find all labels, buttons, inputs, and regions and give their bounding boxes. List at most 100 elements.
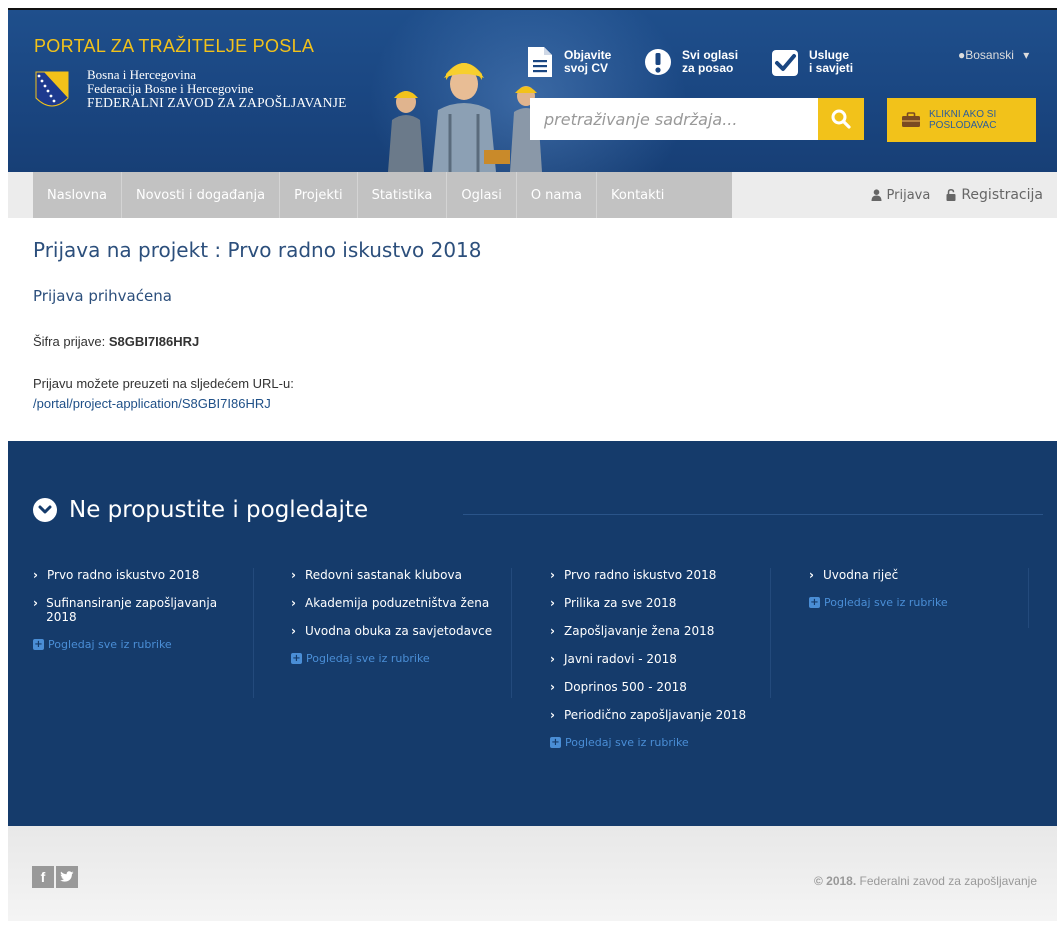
list-item[interactable]: › Javni radovi - 2018 (550, 652, 760, 666)
list-item[interactable]: › Zapošljavanje žena 2018 (550, 624, 760, 638)
related-heading-text: Ne propustite i pogledajte (69, 497, 369, 523)
page-title: Prijava na projekt : Prvo radno iskustvo… (33, 238, 482, 262)
user-icon (871, 189, 882, 201)
list-item[interactable]: › Akademija poduzetništva žena (291, 596, 501, 610)
site-header: PORTAL ZA TRAŽITELJE POSLA Bosna i Herce… (8, 10, 1057, 172)
copyright-text: © 2018. Federalni zavod za zapošljavanje (814, 874, 1037, 888)
quick-link-services-label: Usluge i savjeti (809, 48, 854, 75)
main-navigation: Naslovna Novosti i događanja Projekti St… (8, 172, 1057, 218)
nav-menu: Naslovna Novosti i događanja Projekti St… (33, 172, 732, 218)
list-item[interactable]: › Uvodna riječ (809, 568, 1019, 582)
column-divider (1028, 568, 1029, 628)
related-section: Ne propustite i pogledajte › Prvo radno i… (8, 441, 1057, 826)
heading-divider (463, 514, 1043, 515)
caret-down-icon: ▾ (1023, 48, 1030, 62)
coat-of-arms-icon (35, 71, 69, 107)
nav-item-novosti[interactable]: Novosti i događanja (122, 172, 281, 218)
chevron-right-icon: › (33, 596, 38, 610)
related-column-4: › Uvodna riječ + Pogledaj sve iz rubrike (809, 568, 1019, 609)
list-item[interactable]: › Prilika za sve 2018 (550, 596, 760, 610)
search-icon (831, 109, 851, 129)
quick-link-services[interactable]: Usluge i savjeti (771, 42, 853, 82)
plus-square-icon: + (33, 638, 44, 650)
quick-link-jobs-label: Svi oglasi za posao (682, 48, 739, 75)
chevron-right-icon: › (809, 568, 814, 582)
list-item[interactable]: › Prvo radno iskustvo 2018 (33, 568, 233, 582)
login-label: Prijava (886, 187, 931, 203)
chevron-right-icon: › (291, 624, 296, 638)
list-item[interactable]: › Sufinansiranje zapošljavanja 2018 (33, 596, 233, 624)
org-federation: Federacija Bosne i Hercegovine (87, 81, 254, 96)
language-selector[interactable]: ●Bosanski ▾ (958, 48, 1029, 62)
copyright-org: Federalni zavod za zapošljavanje (859, 874, 1037, 888)
plus-square-icon: + (550, 736, 561, 748)
org-country: Bosna i Hercegovina (87, 67, 197, 82)
related-column-1: › Prvo radno iskustvo 2018 › Sufinansiranj… (33, 568, 233, 651)
column-divider (253, 568, 254, 698)
application-code: Šifra prijave: S8GBI7I86HRJ (33, 334, 199, 349)
nav-item-o-nama[interactable]: O nama (517, 172, 598, 218)
quick-link-cv-label: Objavite svoj CV (564, 48, 612, 75)
workers-illustration (388, 63, 542, 172)
nav-item-kontakti[interactable]: Kontakti (597, 172, 678, 218)
nav-item-oglasi[interactable]: Oglasi (447, 172, 517, 218)
chevron-right-icon: › (550, 568, 555, 582)
account-links: Prijava Registracija (871, 172, 1043, 218)
list-item[interactable]: › Periodično zapošljavanje 2018 (550, 708, 760, 722)
chevron-right-icon: › (550, 708, 555, 722)
twitter-icon[interactable]: t (56, 866, 78, 888)
lock-icon (946, 189, 956, 201)
register-link[interactable]: Registracija (946, 187, 1043, 203)
list-item[interactable]: › Doprinos 500 - 2018 (550, 680, 760, 694)
chevron-right-icon: › (291, 568, 296, 582)
nav-item-projekti[interactable]: Projekti (280, 172, 358, 218)
employer-label: KLIKNI AKO SI POSLODAVAC (929, 109, 997, 131)
page-frame: PORTAL ZA TRAŽITELJE POSLA Bosna i Herce… (8, 8, 1057, 921)
column-divider (770, 568, 771, 698)
organization-name: Bosna i Hercegovina Federacija Bosne i H… (87, 68, 347, 110)
list-item[interactable]: › Uvodna obuka za savjetodavce (291, 624, 501, 638)
download-url-link[interactable]: /portal/project-application/S8GBI7I86HRJ (33, 396, 271, 411)
related-column-2: › Redovni sastanak klubova › Akademija pod… (291, 568, 501, 665)
status-message: Prijava prihvaćena (33, 287, 172, 305)
checkmark-icon (772, 50, 798, 76)
list-item[interactable]: › Redovni sastanak klubova (291, 568, 501, 582)
social-links: f t (32, 866, 78, 888)
chevron-down-circle-icon (33, 498, 57, 522)
view-all-link[interactable]: + Pogledaj sve iz rubrike (291, 652, 501, 665)
quick-link-jobs[interactable]: Svi oglasi za posao (644, 42, 738, 82)
exclamation-icon (645, 49, 671, 75)
quick-link-cv[interactable]: Objavite svoj CV (526, 42, 611, 82)
employer-button[interactable]: KLIKNI AKO SI POSLODAVAC (887, 98, 1036, 142)
search-box (530, 98, 818, 140)
view-all-link[interactable]: + Pogledaj sve iz rubrike (550, 736, 760, 749)
related-heading: Ne propustite i pogledajte (33, 497, 368, 523)
list-item[interactable]: › Prvo radno iskustvo 2018 (550, 568, 760, 582)
document-icon (528, 47, 552, 77)
language-label: Bosanski (965, 48, 1014, 62)
chevron-right-icon: › (291, 596, 296, 610)
search-input[interactable] (530, 98, 818, 140)
register-label: Registracija (961, 187, 1043, 203)
search-button[interactable] (818, 98, 864, 140)
nav-item-naslovna[interactable]: Naslovna (33, 172, 122, 218)
portal-title[interactable]: PORTAL ZA TRAŽITELJE POSLA (34, 36, 314, 57)
plus-square-icon: + (809, 596, 820, 608)
copyright-year: © 2018. (813, 874, 857, 888)
nav-item-statistika[interactable]: Statistika (358, 172, 448, 218)
chevron-right-icon: › (550, 652, 555, 666)
facebook-icon[interactable]: f (32, 866, 54, 888)
briefcase-icon (902, 112, 920, 127)
chevron-right-icon: › (33, 568, 38, 582)
view-all-link[interactable]: + Pogledaj sve iz rubrike (33, 638, 233, 651)
chevron-right-icon: › (550, 596, 555, 610)
login-link[interactable]: Prijava (871, 187, 931, 203)
related-column-3: › Prvo radno iskustvo 2018 › Prilika za sv… (550, 568, 760, 749)
download-url-label: Prijavu možete preuzeti na sljedećem URL… (33, 376, 294, 391)
site-footer: f t © 2018. Federalni zavod za zapošljav… (8, 826, 1057, 921)
org-agency: FEDERALNI ZAVOD ZA ZAPOŠLJAVANJE (87, 95, 347, 110)
view-all-link[interactable]: + Pogledaj sve iz rubrike (809, 596, 1019, 609)
plus-square-icon: + (291, 652, 302, 664)
application-code-label: Šifra prijave: (33, 334, 106, 349)
chevron-right-icon: › (550, 624, 555, 638)
